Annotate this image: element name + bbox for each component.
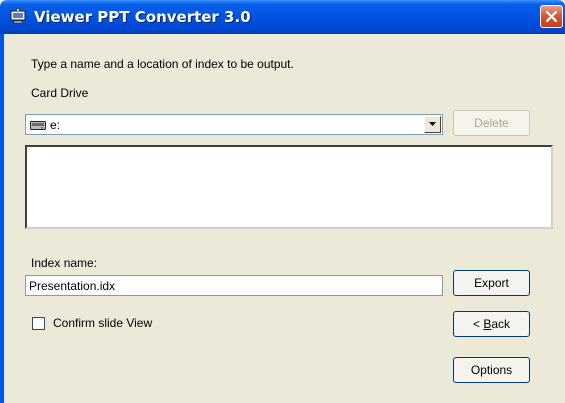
confirm-slide-view-label[interactable]: Confirm slide View [53, 316, 152, 330]
card-drive-select[interactable]: e: [25, 114, 443, 135]
options-button[interactable]: Options [453, 357, 530, 383]
back-label-prefix: < [472, 317, 484, 331]
instruction-text: Type a name and a location of index to b… [31, 57, 294, 71]
index-name-input[interactable]: Presentation.idx [25, 275, 443, 296]
back-button[interactable]: < Back [453, 311, 530, 337]
index-list[interactable] [25, 145, 553, 229]
card-drive-label: Card Drive [31, 86, 89, 100]
close-button[interactable] [540, 5, 563, 28]
window-frame-left [0, 34, 4, 403]
dropdown-button[interactable] [424, 116, 441, 133]
removable-drive-icon [30, 120, 46, 134]
back-label-rest: ack [491, 317, 511, 331]
chevron-down-icon [429, 122, 436, 126]
card-drive-value: e: [50, 118, 61, 132]
window-title: Viewer PPT Converter 3.0 [34, 8, 251, 26]
export-button[interactable]: Export [453, 270, 530, 296]
confirm-slide-view-checkbox[interactable] [32, 317, 45, 330]
title-bar[interactable]: Viewer PPT Converter 3.0 [0, 0, 565, 34]
index-name-value: Presentation.idx [29, 279, 116, 293]
close-icon [545, 10, 558, 23]
delete-button[interactable]: Delete [453, 110, 530, 136]
converter-app-icon [9, 8, 27, 26]
index-name-label: Index name: [31, 256, 98, 270]
